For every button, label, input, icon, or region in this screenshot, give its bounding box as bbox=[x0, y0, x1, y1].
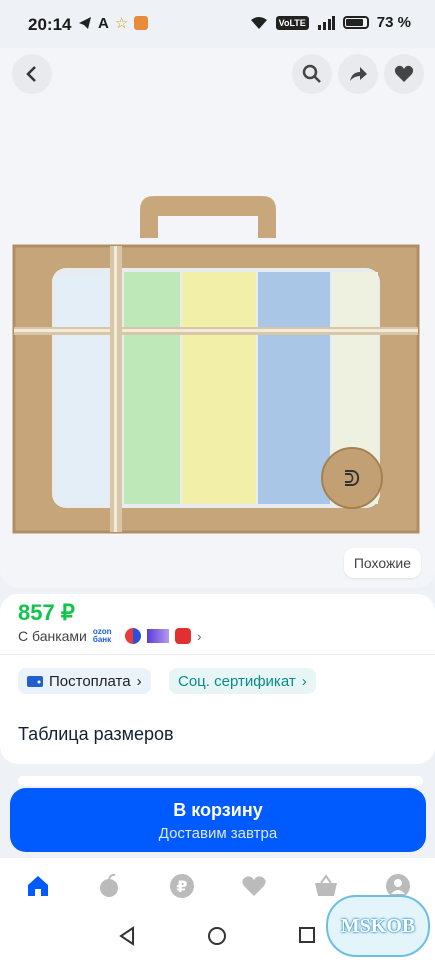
apple-icon[interactable] bbox=[95, 872, 123, 900]
divider bbox=[0, 654, 435, 655]
bank-logo-3 bbox=[174, 628, 191, 644]
signal-icon bbox=[317, 15, 335, 30]
bank-logo-1 bbox=[124, 628, 141, 644]
share-icon bbox=[350, 67, 367, 81]
status-right: VoLTE 73 % bbox=[250, 14, 411, 31]
app-icon bbox=[134, 16, 149, 30]
postpay-chip[interactable]: Постоплата › bbox=[18, 668, 151, 694]
basket-icon[interactable] bbox=[312, 872, 340, 900]
add-to-cart-button[interactable]: В корзину Доставим завтра bbox=[10, 788, 426, 852]
cart-label: В корзину bbox=[173, 800, 263, 820]
volte-badge: VoLTE bbox=[275, 15, 309, 30]
nav-home-icon[interactable] bbox=[207, 926, 227, 946]
star-icon: ☆ bbox=[114, 15, 129, 32]
bank-logo-2 bbox=[146, 629, 169, 643]
nav-back-icon[interactable] bbox=[118, 926, 136, 946]
ruble-icon[interactable]: ₽ bbox=[168, 872, 196, 900]
share-button[interactable] bbox=[338, 54, 378, 94]
chevron-right-icon: › bbox=[301, 672, 307, 690]
banks-label: С банками bbox=[18, 628, 87, 644]
wifi-icon bbox=[250, 16, 267, 29]
size-table-link[interactable]: Таблица размеров bbox=[18, 724, 174, 745]
postpay-label: Постоплата bbox=[49, 672, 131, 690]
wallet-icon bbox=[27, 676, 43, 687]
cart-delivery: Доставим завтра bbox=[158, 825, 278, 842]
back-arrow-icon bbox=[26, 66, 36, 82]
favorites-icon[interactable] bbox=[240, 872, 268, 900]
social-certificate-label: Соц. сертификат bbox=[178, 672, 296, 690]
ozon-bank-logo: ozon банк bbox=[92, 627, 112, 644]
telegram-icon bbox=[79, 17, 91, 29]
home-icon[interactable] bbox=[24, 872, 52, 900]
bank-offers[interactable]: С банками ozon банк › bbox=[18, 628, 202, 644]
watermark-logo: MSKOB bbox=[326, 895, 430, 957]
product-image-area[interactable]: ᕲ bbox=[0, 48, 435, 588]
svg-text:₽: ₽ bbox=[176, 877, 187, 896]
battery-icon bbox=[342, 16, 369, 29]
search-button[interactable] bbox=[292, 54, 332, 94]
heart-icon bbox=[394, 65, 414, 82]
search-icon bbox=[302, 64, 321, 83]
product-image: ᕲ bbox=[12, 196, 420, 534]
svg-text:ᕲ: ᕲ bbox=[344, 466, 360, 491]
back-button[interactable] bbox=[12, 54, 52, 94]
battery-level: 73 % bbox=[376, 14, 411, 31]
chevron-right-icon: › bbox=[196, 628, 202, 644]
chevron-right-icon: › bbox=[136, 672, 142, 690]
status-time: 20:14 bbox=[28, 15, 72, 34]
favorite-button[interactable] bbox=[384, 54, 424, 94]
status-bar: 20:14 A ☆ VoLTE 73 % bbox=[0, 0, 435, 48]
social-certificate-chip[interactable]: Соц. сертификат › bbox=[169, 668, 316, 694]
notification-icons: A ☆ bbox=[78, 14, 149, 32]
a-icon: A bbox=[98, 14, 109, 32]
product-price: 857 ₽ bbox=[18, 600, 75, 625]
next-section-edge bbox=[18, 776, 423, 786]
similar-button[interactable]: Похожие bbox=[343, 548, 421, 578]
nav-recents-icon[interactable] bbox=[298, 926, 316, 944]
